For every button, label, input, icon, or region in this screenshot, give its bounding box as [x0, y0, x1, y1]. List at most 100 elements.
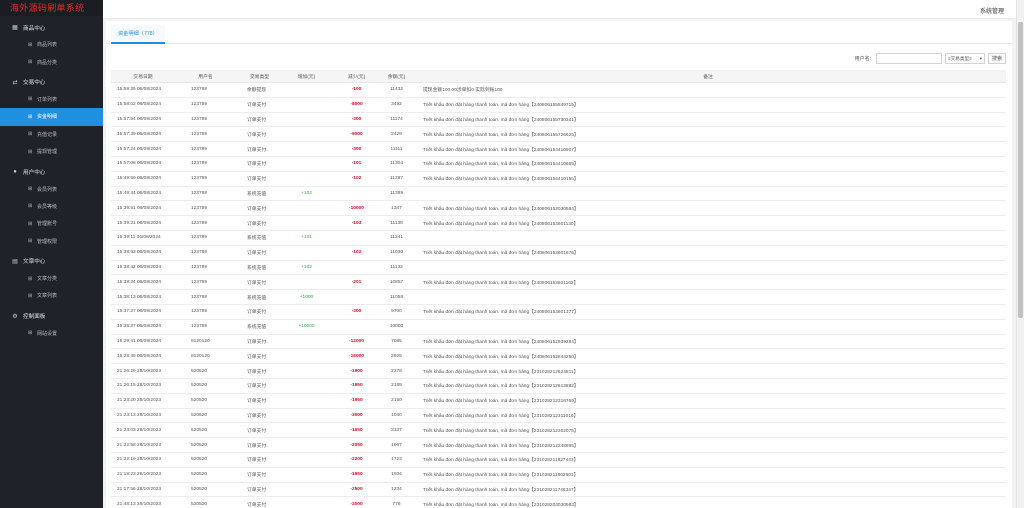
table-row: 15:39:21 06/08/2024 123789 订单支付 -103 11138 Tr… — [111, 216, 1006, 231]
table-cell: 15:57:54 06/08/2024 — [117, 116, 162, 122]
table-cell: 11399 — [390, 190, 403, 196]
sidebar-group-label: 商品中心 — [23, 25, 46, 32]
table-cell: 15:58:02 06/08/2024 — [117, 102, 162, 108]
main-content: 资金明细（778） 用户名: ≡交易类型≡ ▾ 搜索 交易日期 用户名 交易类型 增加… — [106, 21, 1012, 508]
username-label: 用户名: — [854, 56, 871, 62]
table-cell: 21:26:29 28/10/2023 — [117, 368, 162, 374]
table-cell: 1723 — [391, 457, 402, 463]
table-cell: 520520 — [191, 398, 208, 404]
column-header: 交易日期 — [133, 74, 153, 80]
sidebar-nav: ▦ 商品中心 ⊞ 商品列表 ⊞ 商品分类 ⇄ 交易中心 ⊞ 订单列表 ⊞ 资金明细 ⊞ 充值记录 ⊞ 提现管理… — [0, 19, 103, 342]
table-cell: 21:26:15 28/10/2023 — [117, 383, 162, 389]
fund-details-table: 交易日期 用户名 交易类型 增加(元) 减少(元) 余额(元) 备注 15:59:36 06… — [111, 70, 1006, 508]
table-cell: 21:48:13 28/10/2023 — [117, 501, 162, 507]
table-cell: 123789 — [191, 161, 208, 167]
table-cell: 订单支付 — [247, 369, 267, 375]
table-row: 21:18:23 28/10/2023 520520 订单支付 -1950 1934 Tr… — [111, 468, 1006, 483]
table-cell: 123789 — [191, 220, 208, 226]
sidebar-item-label: 订单列表 — [37, 96, 58, 103]
sidebar-group[interactable]: ▤ 文章中心 — [0, 253, 103, 270]
sidebar-item[interactable]: ⊞ 充值记录 — [0, 126, 103, 143]
sidebar-item-label: 文章分类 — [37, 276, 58, 283]
sidebar-item[interactable]: ⊞ 网站设置 — [0, 325, 103, 342]
sidebar-group[interactable]: ⚙ 控制面板 — [0, 308, 103, 325]
table-cell: 21:23:03 28/10/2023 — [117, 427, 162, 433]
table-cell: 11297 — [390, 176, 403, 182]
sidebar-item-label: 商品列表 — [37, 42, 58, 49]
grid-icon: ⊞ — [28, 96, 33, 103]
table-row: 21:26:29 28/10/2023 520520 订单支付 -1900 2278 Tr… — [111, 364, 1006, 379]
table-cell: Triết khấu đơn đặt hàng thanh toán, mã đ… — [423, 354, 579, 360]
table-cell: 520520 — [191, 486, 208, 492]
table-row: 15:57:08 06/08/2024 123789 订单支付 -101 11304 Tr… — [111, 157, 1006, 172]
table-cell: 15:38:13 06/08/2024 — [117, 294, 162, 300]
sidebar-item[interactable]: ⊞ 文章分类 — [0, 270, 103, 287]
table-cell: 订单支付 — [247, 443, 267, 449]
sidebar-item[interactable]: ⊞ 会员等级 — [0, 198, 103, 215]
column-header: 交易类型 — [249, 74, 270, 80]
table-cell: -2000 — [350, 501, 363, 507]
sidebar-item[interactable]: ⊞ 管理账号 — [0, 215, 103, 232]
sidebar-item[interactable]: ⊞ 会员列表 — [0, 180, 103, 197]
table-cell: 520520 — [191, 457, 208, 463]
page-scrollbar[interactable] — [1016, 0, 1024, 508]
table-cell: Triết khấu đơn đặt hàng thanh toán, mã đ… — [423, 428, 579, 434]
table-cell: 订单支付 — [247, 132, 267, 138]
table-cell: Triết khấu đơn đặt hàng thanh toán, mã đ… — [423, 221, 579, 227]
sidebar-item[interactable]: ⊞ 资金明细 — [0, 108, 103, 126]
table-cell: 订单支付 — [247, 339, 267, 345]
scrollbar-thumb[interactable] — [1018, 22, 1023, 318]
table-cell: -3000 — [350, 412, 363, 418]
table-cell: 520520 — [191, 501, 208, 507]
table-cell: +102 — [301, 190, 312, 196]
system-management-link[interactable]: 系统管理 — [980, 6, 1004, 15]
table-header: 交易日期 用户名 交易类型 增加(元) 减少(元) 余额(元) 备注 — [111, 70, 1006, 83]
filter-bar: 用户名: ≡交易类型≡ ▾ 搜索 — [855, 53, 1006, 64]
table-cell: 订单支付 — [247, 147, 267, 153]
sidebar-item-label: 提现管理 — [37, 149, 58, 156]
grid-icon: ⊞ — [28, 238, 33, 245]
grid-icon: ⊞ — [28, 131, 33, 138]
table-cell: 11138 — [390, 220, 403, 226]
table-cell: 123789 — [191, 131, 208, 137]
grid-icon: ⊞ — [28, 148, 33, 155]
sidebar-item[interactable]: ⊞ 订单列表 — [0, 91, 103, 108]
table-row: 15:49:59 06/08/2024 123789 订单支付 -102 11297 Tr… — [111, 172, 1006, 187]
table-row: 15:58:02 06/08/2024 123789 订单支付 -8000 3492 Tr… — [111, 98, 1006, 113]
table-row: 21:22:58 28/10/2023 520520 订单支付 -2050 1967 Tr… — [111, 438, 1006, 453]
tab-fund-details[interactable]: 资金明细（778） — [111, 25, 165, 44]
sidebar-item[interactable]: ⊞ 管理权限 — [0, 233, 103, 250]
sidebar-item[interactable]: ⊞ 提现管理 — [0, 143, 103, 160]
username-input[interactable] — [876, 53, 942, 64]
table-cell: 系统充值 — [247, 265, 267, 271]
sidebar-item-label: 管理账号 — [37, 221, 58, 228]
table-cell: Triết khấu đơn đặt hàng thanh toán, mã đ… — [423, 280, 579, 286]
table-cell: Triết khấu đơn đặt hàng thanh toán, mã đ… — [423, 132, 579, 138]
sidebar-group[interactable]: ⇄ 交易中心 — [0, 74, 103, 91]
table-cell: -2200 — [350, 457, 363, 463]
grid-icon: ⊞ — [28, 220, 33, 227]
grid-icon: ⊞ — [28, 186, 33, 193]
sidebar-item[interactable]: ⊞ 商品分类 — [0, 53, 103, 70]
table-row: 15:38:42 06/08/2024 123789 系统充值 +102 11132 — [111, 261, 1006, 276]
table-cell: 21:23:13 28/10/2023 — [117, 412, 162, 418]
table-row: 21:23:20 28/10/2023 520520 订单支付 -1950 2150 Tr… — [111, 394, 1006, 409]
table-row: 15:38:13 06/08/2024 123789 系统充值 +1000 11058 — [111, 290, 1006, 305]
sidebar-item[interactable]: ⊞ 文章列表 — [0, 287, 103, 304]
transaction-type-select[interactable]: ≡交易类型≡ ▾ — [945, 53, 985, 64]
table-cell: 订单支付 — [247, 206, 267, 212]
sidebar-item[interactable]: ⊞ 商品列表 — [0, 36, 103, 53]
sidebar-group[interactable]: ▦ 商品中心 — [0, 19, 103, 36]
sidebar-group[interactable]: ● 用户中心 — [0, 163, 103, 180]
table-cell: 15:39:11 06/08/2024 — [117, 235, 161, 241]
table-cell: 8120120 — [191, 338, 210, 344]
table-cell: 15:57:39 06/08/2024 — [117, 131, 162, 137]
table-cell: 15:39:51 06/08/2024 — [117, 205, 162, 211]
search-button[interactable]: 搜索 — [988, 53, 1006, 64]
table-cell: 520520 — [191, 383, 208, 389]
table-cell: 11111 — [390, 146, 403, 152]
grid-icon: ⊞ — [28, 292, 33, 299]
table-cell: 520520 — [191, 427, 208, 433]
table-cell: Triết khấu đơn đặt hàng thanh toán, mã đ… — [423, 103, 579, 109]
table-cell: 1967 — [391, 442, 402, 448]
